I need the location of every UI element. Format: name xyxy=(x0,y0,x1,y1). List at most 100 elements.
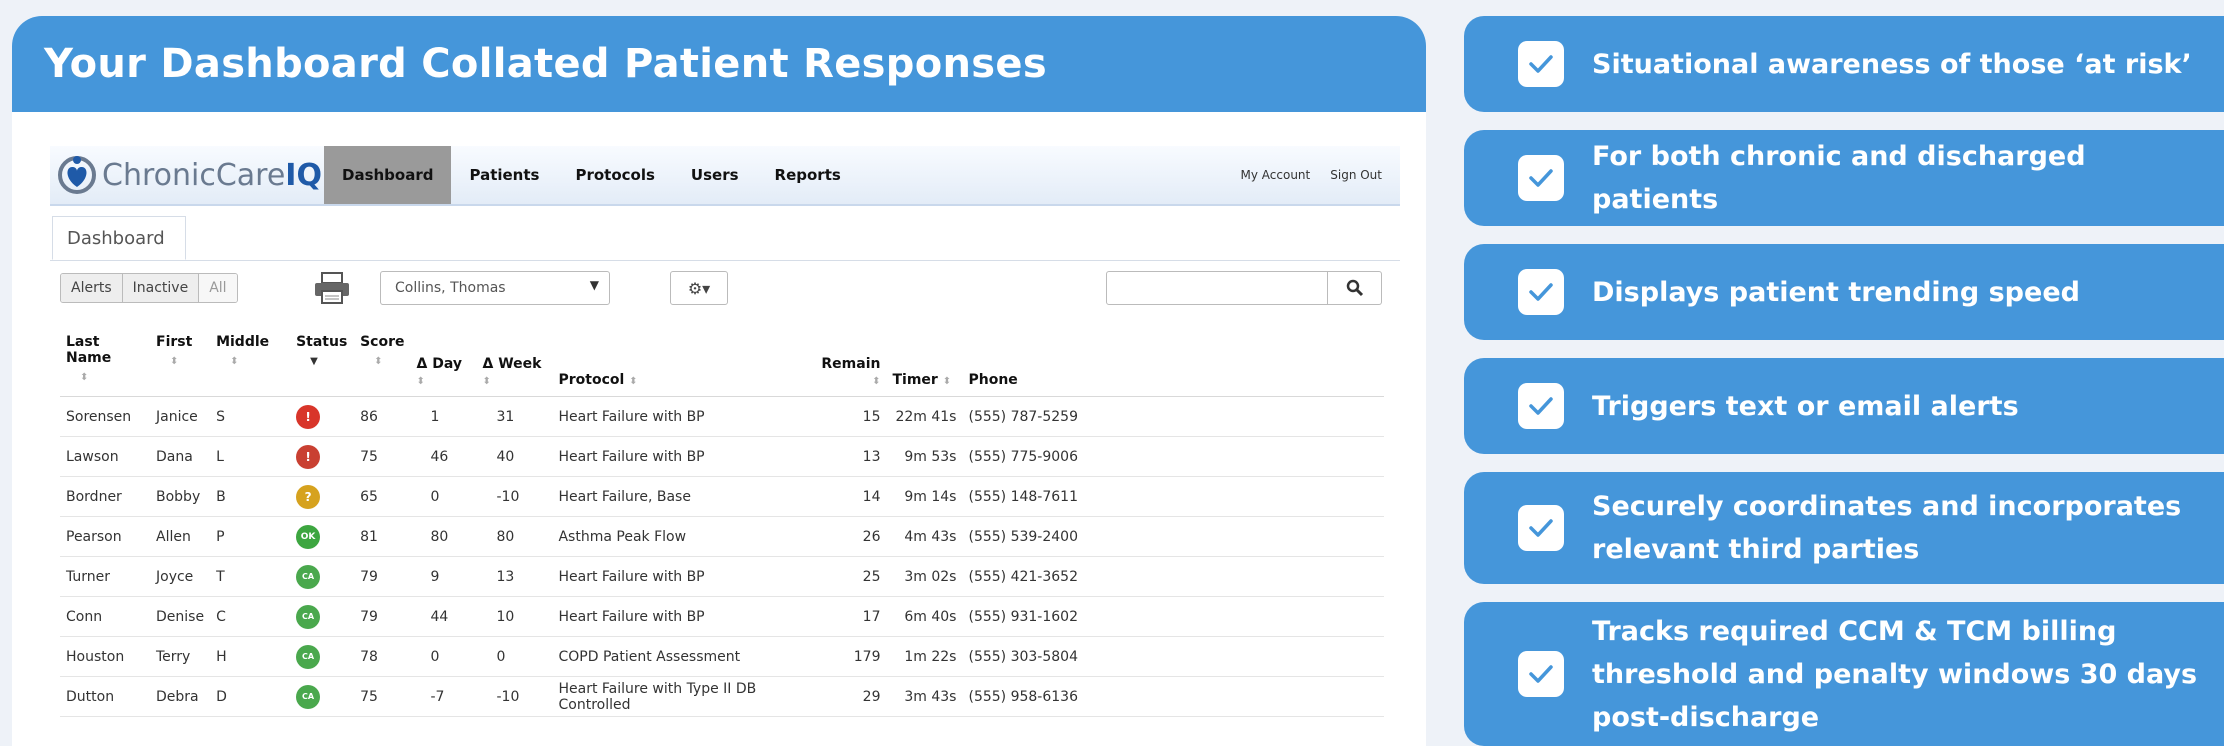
last-name-cell[interactable]: Turner xyxy=(60,556,150,597)
last-name-cell[interactable]: Dutton xyxy=(60,676,150,717)
protocol-cell: Heart Failure with BP xyxy=(552,436,815,477)
table-row[interactable]: Dutton Debra D CA 75 -7 -10 Heart Failure with … xyxy=(60,676,1384,717)
status-ca-icon[interactable]: CA xyxy=(296,644,321,669)
nav-users[interactable]: Users xyxy=(673,146,757,204)
my-account-link[interactable]: My Account xyxy=(1241,168,1311,182)
status-warning-icon[interactable]: ! xyxy=(296,444,321,469)
col-last-name[interactable]: Last Name ⬍ xyxy=(60,334,150,397)
nav-patients[interactable]: Patients xyxy=(451,146,557,204)
patient-select[interactable]: Collins, Thomas ▼ xyxy=(380,271,610,305)
first-name-cell: Janice xyxy=(150,396,211,437)
heart-logo-icon xyxy=(58,156,96,194)
feature-card: Tracks required CCM & TCM billing thresh… xyxy=(1464,602,2224,746)
middle-cell: P xyxy=(210,516,291,557)
col-delta-day[interactable]: Δ Day ⬍ xyxy=(410,334,477,397)
delta-day-cell: 9 xyxy=(410,556,477,597)
nav-dashboard[interactable]: Dashboard xyxy=(324,146,452,204)
remain-cell: 26 xyxy=(814,516,887,557)
status-question-icon[interactable]: ? xyxy=(296,484,321,509)
col-protocol[interactable]: Protocol ⬍ xyxy=(552,334,815,397)
tab-dashboard[interactable]: Dashboard xyxy=(52,216,186,260)
last-name-cell[interactable]: Sorensen xyxy=(60,396,150,437)
status-ca-icon[interactable]: CA xyxy=(296,564,321,589)
phone-cell[interactable]: (555) 775-9006 xyxy=(962,436,1384,477)
last-name-cell[interactable]: Pearson xyxy=(60,516,150,557)
toolbar: Alerts Inactive All Collins, Thomas ▼ ⚙▾ xyxy=(50,261,1400,311)
first-name-cell: Dana xyxy=(150,436,211,477)
first-name-cell: Denise xyxy=(150,596,211,637)
nav-reports[interactable]: Reports xyxy=(757,146,859,204)
table-header-row: Last Name ⬍ First ⬍ Middle ⬍ Status ▼ Score ⬍… xyxy=(60,334,1384,397)
delta-day-cell: 44 xyxy=(410,596,477,637)
protocol-cell: COPD Patient Assessment xyxy=(552,636,815,677)
col-first[interactable]: First ⬍ xyxy=(150,334,211,397)
col-timer[interactable]: Timer ⬍ xyxy=(886,334,963,397)
phone-cell[interactable]: (555) 931-1602 xyxy=(962,596,1384,637)
last-name-cell[interactable]: Bordner xyxy=(60,476,150,517)
first-name-cell: Debra xyxy=(150,676,211,717)
search-button[interactable] xyxy=(1328,271,1382,305)
timer-cell: 6m 40s xyxy=(886,596,963,637)
feature-card: Securely coordinates and incorporates re… xyxy=(1464,472,2224,584)
first-name-cell: Bobby xyxy=(150,476,211,517)
table-row[interactable]: Pearson Allen P OK 81 80 80 Asthma Peak Flow 26 4… xyxy=(60,516,1384,557)
panel-title: Your Dashboard Collated Patient Response… xyxy=(12,16,1426,112)
col-phone[interactable]: Phone xyxy=(962,334,1384,397)
filter-all[interactable]: All xyxy=(199,274,237,302)
delta-week-cell: 40 xyxy=(476,436,553,477)
score-cell: 86 xyxy=(354,396,411,437)
phone-cell[interactable]: (555) 787-5259 xyxy=(962,396,1384,437)
feature-text: Displays patient trending speed xyxy=(1592,276,2080,308)
logo-text: ChronicCare xyxy=(102,157,286,193)
protocol-cell: Heart Failure with BP xyxy=(552,396,815,437)
phone-cell[interactable]: (555) 421-3652 xyxy=(962,556,1384,597)
feature-card: Triggers text or email alerts xyxy=(1464,358,2224,454)
col-score[interactable]: Score ⬍ xyxy=(354,334,411,397)
nav-protocols[interactable]: Protocols xyxy=(557,146,672,204)
first-name-cell: Joyce xyxy=(150,556,211,597)
protocol-cell: Heart Failure with Type II DB Controlled xyxy=(552,676,815,717)
phone-cell[interactable]: (555) 148-7611 xyxy=(962,476,1384,517)
status-ok-icon[interactable]: OK xyxy=(296,524,321,549)
filter-alerts[interactable]: Alerts xyxy=(61,274,123,302)
phone-cell[interactable]: (555) 958-6136 xyxy=(962,676,1384,717)
sign-out-link[interactable]: Sign Out xyxy=(1330,168,1382,182)
last-name-cell[interactable]: Conn xyxy=(60,596,150,637)
table-row[interactable]: Lawson Dana L! 75 46 40 Heart Failure with BP 1… xyxy=(60,436,1384,477)
phone-cell[interactable]: (555) 539-2400 xyxy=(962,516,1384,557)
remain-cell: 13 xyxy=(814,436,887,477)
protocol-cell: Asthma Peak Flow xyxy=(552,516,815,557)
middle-cell: T xyxy=(210,556,291,597)
col-middle[interactable]: Middle ⬍ xyxy=(210,334,291,397)
phone-cell[interactable]: (555) 303-5804 xyxy=(962,636,1384,677)
remain-cell: 29 xyxy=(814,676,887,717)
checkmark-icon xyxy=(1518,155,1564,201)
status-alert-icon[interactable]: ! xyxy=(296,404,321,429)
col-delta-week[interactable]: Δ Week ⬍ xyxy=(476,334,553,397)
last-name-cell[interactable]: Lawson xyxy=(60,436,150,477)
table-row[interactable]: Bordner Bobby B? 65 0 -10 Heart Failure, Base 1… xyxy=(60,476,1384,517)
last-name-cell[interactable]: Houston xyxy=(60,636,150,677)
protocol-cell: Heart Failure, Base xyxy=(552,476,815,517)
table-row[interactable]: Conn Denise C CA 79 44 10 Heart Failure with BP… xyxy=(60,596,1384,637)
first-name-cell: Allen xyxy=(150,516,211,557)
table-row[interactable]: Sorensen Janice S! 86 1 31 Heart Failure with … xyxy=(60,396,1384,437)
checkmark-icon xyxy=(1518,505,1564,551)
remain-cell: 179 xyxy=(814,636,887,677)
status-ca-icon[interactable]: CA xyxy=(296,604,321,629)
col-remain[interactable]: Remain ⬍ xyxy=(814,334,887,397)
patient-table: Last Name ⬍ First ⬍ Middle ⬍ Status ▼ Score ⬍… xyxy=(60,334,1384,717)
printer-icon[interactable] xyxy=(312,271,352,305)
settings-dropdown-button[interactable]: ⚙▾ xyxy=(670,271,728,305)
filter-inactive[interactable]: Inactive xyxy=(122,274,200,302)
search-input[interactable] xyxy=(1106,271,1328,305)
table-row[interactable]: Houston Terry H CA 78 0 0 COPD Patient Assessme… xyxy=(60,636,1384,677)
protocol-cell: Heart Failure with BP xyxy=(552,596,815,637)
feature-card: For both chronic and discharged patients xyxy=(1464,130,2224,226)
status-cell: CA xyxy=(290,596,355,637)
status-ca-icon[interactable]: CA xyxy=(296,684,321,709)
col-status[interactable]: Status ▼ xyxy=(290,334,355,397)
table-row[interactable]: Turner Joyce T CA 79 9 13 Heart Failure with BP… xyxy=(60,556,1384,597)
gear-icon: ⚙▾ xyxy=(687,278,711,298)
search-icon xyxy=(1346,279,1363,297)
